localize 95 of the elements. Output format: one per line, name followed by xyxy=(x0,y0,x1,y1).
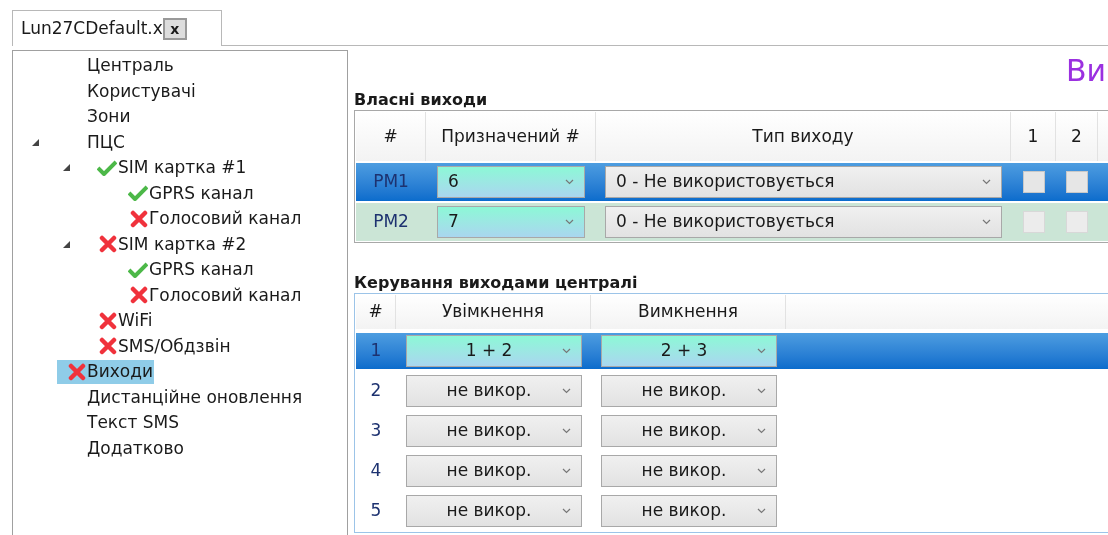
caret-icon xyxy=(561,388,571,394)
dropdown[interactable]: не викор. xyxy=(405,455,582,487)
tree-item[interactable]: Голосовий канал xyxy=(119,206,303,231)
tree-item[interactable]: SIM картка #2 xyxy=(88,232,248,257)
expand-arrow-icon[interactable] xyxy=(31,137,40,147)
caret-icon xyxy=(756,388,766,394)
tree-label: Виходи xyxy=(87,360,153,383)
tree-item[interactable]: WiFi xyxy=(88,308,154,333)
dropdown[interactable]: не викор. xyxy=(405,415,582,447)
table-cell-text: 1 xyxy=(370,339,382,363)
dropdown[interactable]: не викор. xyxy=(600,495,777,527)
caret-icon xyxy=(561,468,571,474)
table-cell-text: 2 xyxy=(370,379,382,403)
tab-title: Lun27CDefault.x xyxy=(21,16,163,40)
tree-label: Користувачі xyxy=(87,79,196,103)
tree-item[interactable]: GPRS канал xyxy=(119,181,255,206)
dropdown[interactable]: 0 - Не використовується xyxy=(605,166,1002,198)
column-header: Увімкнення xyxy=(441,300,545,324)
checkbox[interactable] xyxy=(1066,171,1088,193)
tree-label: ПЦС xyxy=(87,130,125,154)
dropdown[interactable]: не викор. xyxy=(405,375,582,407)
caret-icon xyxy=(982,219,991,225)
tree-item[interactable]: Виходи xyxy=(57,359,154,384)
tree-label: Голосовий канал xyxy=(149,283,302,307)
column-header: # xyxy=(368,300,383,324)
tree-label: Дистанційне оновлення xyxy=(87,385,303,409)
table-cell-text: PM2 xyxy=(373,210,409,234)
column-header: 1 xyxy=(1027,124,1039,148)
tree-item[interactable]: Додатково xyxy=(57,436,185,461)
tree-label: Додатково xyxy=(87,436,184,460)
table-cell-text: 5 xyxy=(370,499,382,523)
checkbox[interactable] xyxy=(1066,211,1088,233)
tree-item[interactable]: SIM картка #1 xyxy=(88,155,248,180)
table-row[interactable]: PM1 6 0 - Не використовується xyxy=(356,163,1108,201)
column-header: 2 xyxy=(1071,124,1082,148)
caret-icon xyxy=(982,179,991,185)
section-title: Власні виходи xyxy=(354,90,489,110)
dropdown[interactable]: 2 + 3 xyxy=(600,335,777,367)
column-header: # xyxy=(383,124,398,148)
tree-item[interactable]: ПЦС xyxy=(57,130,126,155)
dropdown[interactable]: не викор. xyxy=(600,455,777,487)
tree-label: SMS/Обдзвін xyxy=(118,334,231,358)
table-row[interactable]: 2 не викор. не викор. xyxy=(356,373,1108,409)
table-row[interactable]: 5 не викор. не викор. xyxy=(356,493,1108,529)
caret-icon xyxy=(561,508,571,514)
table-cell-text: PM1 xyxy=(373,170,409,194)
tree-item[interactable]: Текст SMS xyxy=(57,410,180,435)
caret-icon xyxy=(756,508,766,514)
tree-label: SIM картка #2 xyxy=(118,232,247,256)
page-title: Ви xyxy=(1065,51,1106,90)
table-row[interactable]: 3 не викор. не викор. xyxy=(356,413,1108,449)
caret-icon xyxy=(756,348,766,354)
table-cell-text: 4 xyxy=(370,459,382,483)
column-header: Тип виходу xyxy=(752,124,854,148)
tree-label: GPRS канал xyxy=(149,181,254,205)
section-title: Керування виходами централі xyxy=(354,273,639,293)
expand-arrow-icon[interactable] xyxy=(62,163,71,173)
tree-label: Голосовий канал xyxy=(149,207,302,230)
tree-item[interactable]: SMS/Обдзвін xyxy=(88,334,232,359)
close-button[interactable]: x xyxy=(162,17,187,40)
column-header: Призначений # xyxy=(441,124,580,148)
checkbox[interactable] xyxy=(1022,211,1045,233)
tree-label: Текст SMS xyxy=(87,411,179,434)
tree-item[interactable]: Зони xyxy=(57,104,132,129)
file-tab[interactable]: Lun27CDefault.x x xyxy=(12,10,222,46)
table-cell-text: 3 xyxy=(370,419,382,443)
caret-icon xyxy=(561,428,571,434)
dropdown[interactable]: не викор. xyxy=(600,415,777,447)
caret-icon xyxy=(756,468,766,474)
tree-label: Централь xyxy=(87,54,174,77)
tree-item[interactable]: Голосовий канал xyxy=(119,283,303,308)
caret-icon xyxy=(561,348,571,354)
checkbox[interactable] xyxy=(1022,171,1045,193)
dropdown[interactable]: 0 - Не використовується xyxy=(605,206,1002,238)
tree-item[interactable]: Дистанційне оновлення xyxy=(57,385,304,410)
tree-label: GPRS канал xyxy=(149,258,254,281)
table-row[interactable]: 4 не викор. не викор. xyxy=(356,453,1108,489)
caret-icon xyxy=(756,428,766,434)
expand-arrow-icon[interactable] xyxy=(62,239,71,249)
dropdown[interactable]: 7 xyxy=(437,206,585,238)
dropdown[interactable]: не викор. xyxy=(600,375,777,407)
dropdown[interactable]: 6 xyxy=(437,166,585,198)
tree-item[interactable]: Користувачі xyxy=(57,79,197,104)
caret-icon xyxy=(565,179,574,185)
tree-label: SIM картка #1 xyxy=(118,156,247,179)
caret-icon xyxy=(565,219,574,225)
dropdown[interactable]: не викор. xyxy=(405,495,582,527)
tree-label: Зони xyxy=(87,105,131,128)
column-header: Вимкнення xyxy=(638,300,738,324)
dropdown[interactable]: 1 + 2 xyxy=(405,335,582,367)
tree-item[interactable]: GPRS канал xyxy=(119,257,255,282)
table-row[interactable]: 1 1 + 2 2 + 3 xyxy=(356,333,1108,369)
tree-label: WiFi xyxy=(118,309,153,332)
tree-item[interactable]: Централь xyxy=(57,53,175,78)
table-row[interactable]: PM2 7 0 - Не використовується xyxy=(356,203,1108,241)
